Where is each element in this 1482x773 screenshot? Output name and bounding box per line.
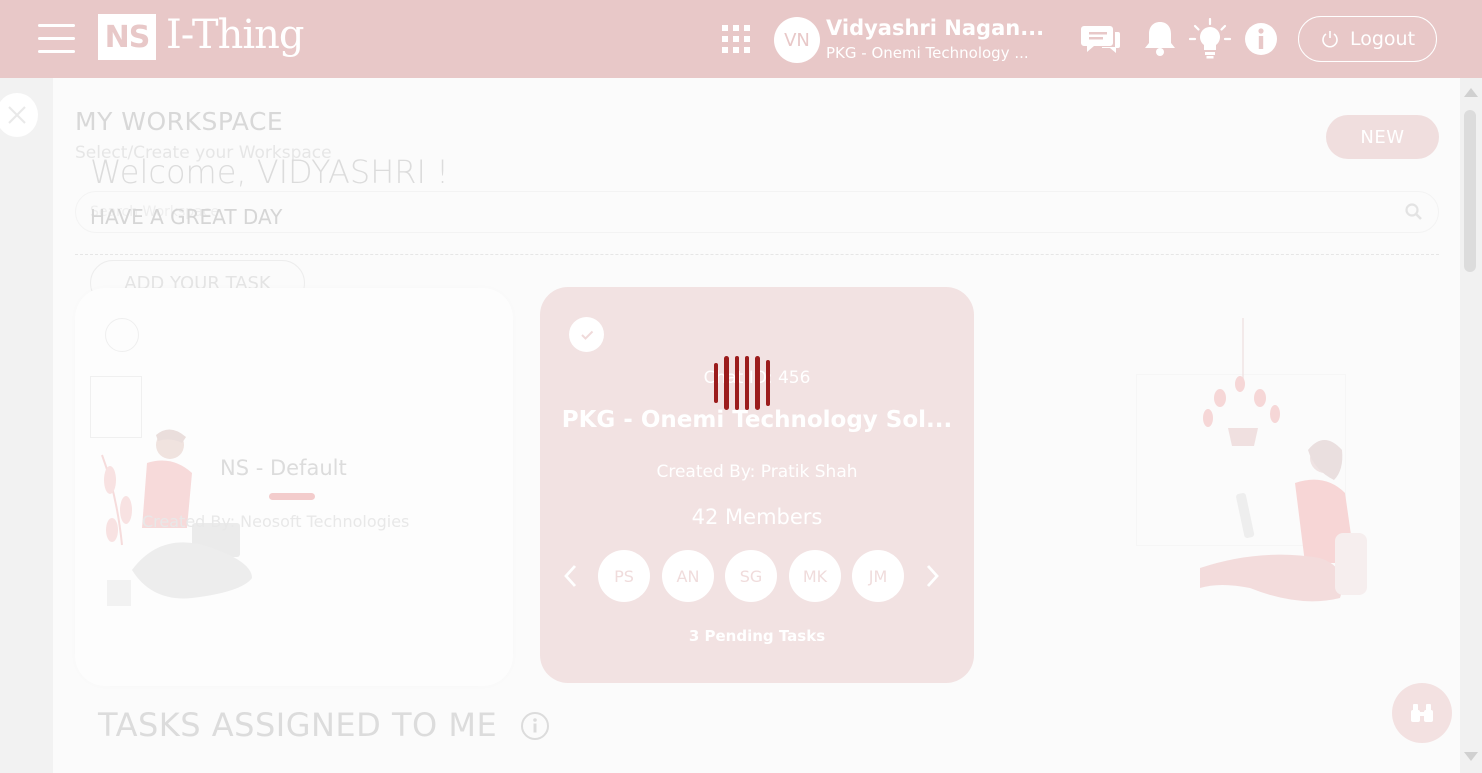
loading-spinner <box>714 356 770 410</box>
member-avatar[interactable]: AN <box>662 550 714 602</box>
member-avatar[interactable]: SG <box>725 550 777 602</box>
close-icon <box>8 106 26 124</box>
workspace-card-active[interactable] <box>540 287 974 683</box>
logout-button[interactable]: Logout <box>1298 16 1437 62</box>
user-name[interactable]: Vidyashri Nagan... <box>826 16 1044 40</box>
user-organization[interactable]: PKG - Onemi Technology ... <box>826 44 1029 62</box>
close-button[interactable] <box>0 93 38 137</box>
top-header: NS I-Thing VN Vidyashri Nagan... PKG - O… <box>0 0 1482 78</box>
user-avatar[interactable]: VN <box>774 17 820 63</box>
chevron-right-icon[interactable] <box>922 562 942 590</box>
chevron-left-icon[interactable] <box>561 562 581 590</box>
scroll-up-arrow[interactable] <box>1464 88 1478 97</box>
card-title: PKG - Onemi Technology Sol... <box>561 407 953 433</box>
member-avatar[interactable]: MK <box>789 550 841 602</box>
info-icon[interactable] <box>520 711 550 741</box>
logout-label: Logout <box>1349 28 1416 50</box>
scroll-down-arrow[interactable] <box>1464 752 1478 761</box>
welcome-greeting: Welcome, VIDYASHRI ! <box>90 153 449 191</box>
chat-icon[interactable] <box>1080 18 1122 60</box>
select-check[interactable] <box>105 318 139 352</box>
card-accent-bar <box>269 493 315 500</box>
power-icon <box>1322 31 1338 48</box>
selected-check[interactable] <box>569 317 604 352</box>
check-icon <box>580 330 593 340</box>
tasks-title: TASKS ASSIGNED TO ME <box>98 706 498 744</box>
card-pending-tasks: 3 Pending Tasks <box>688 627 826 645</box>
logo-mark: NS <box>98 14 156 60</box>
search-icon[interactable] <box>1404 202 1424 222</box>
woman-illustration <box>1200 318 1367 602</box>
lightbulb-icon[interactable] <box>1189 18 1231 60</box>
logo-text: I-Thing <box>166 12 304 58</box>
member-avatar[interactable]: PS <box>598 550 650 602</box>
binoculars-icon <box>1411 704 1433 722</box>
card-created-by: Created By: Neosoft Technologies <box>142 512 410 531</box>
new-workspace-button[interactable]: NEW <box>1326 115 1439 159</box>
binoculars-button[interactable] <box>1392 683 1452 743</box>
menu-icon[interactable] <box>38 24 75 54</box>
divider <box>75 254 1439 255</box>
member-avatar[interactable]: JM <box>852 550 904 602</box>
info-icon[interactable] <box>1240 18 1282 60</box>
bell-icon[interactable] <box>1139 18 1181 60</box>
card-member-count: 42 Members <box>691 505 823 529</box>
workspace-title: MY WORKSPACE <box>75 107 284 136</box>
card-title: NS - Default <box>220 456 347 480</box>
welcome-tagline: HAVE A GREAT DAY <box>90 205 283 229</box>
scrollbar-thumb[interactable] <box>1464 110 1476 272</box>
card-created-by: Created By: Pratik Shah <box>656 462 858 482</box>
apps-grid-icon[interactable] <box>722 25 750 53</box>
